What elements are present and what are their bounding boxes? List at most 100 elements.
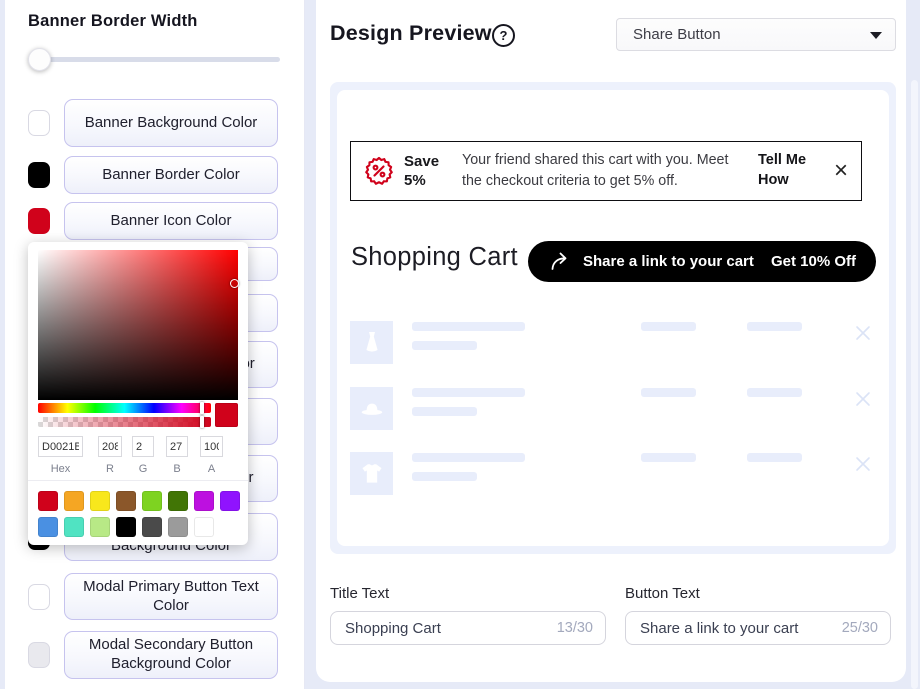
cart-item-placeholder <box>350 387 876 430</box>
hex-label: Hex <box>38 463 83 475</box>
text-placeholder <box>641 322 696 331</box>
color-swatch[interactable] <box>28 110 50 136</box>
preview-panel: Save 5% Your friend shared this cart wit… <box>330 82 896 554</box>
button-text-label: Button Text <box>625 585 700 602</box>
remove-item-icon[interactable] <box>855 391 871 407</box>
preset-swatch[interactable] <box>142 517 162 537</box>
remove-item-icon[interactable] <box>855 325 871 341</box>
color-swatch[interactable] <box>28 162 50 188</box>
alpha-input[interactable] <box>200 436 223 457</box>
chevron-down-icon <box>870 32 882 39</box>
alpha-slider-handle[interactable] <box>200 416 204 428</box>
saturation-pointer[interactable] <box>230 279 239 288</box>
banner-close-icon[interactable]: × <box>834 159 848 183</box>
title-text-input[interactable] <box>331 612 523 644</box>
text-placeholder <box>641 453 696 462</box>
r-label: R <box>98 463 122 475</box>
text-placeholder <box>412 341 477 350</box>
b-label: B <box>166 463 188 475</box>
banner-background-color-button[interactable]: Banner Background Color <box>64 99 278 147</box>
hex-input[interactable] <box>38 436 83 457</box>
preset-swatch[interactable] <box>168 517 188 537</box>
color-row-banner-background: Banner Background Color <box>5 99 305 147</box>
widget-select-dropdown[interactable]: Share Button <box>616 18 896 51</box>
modal-secondary-bg-color-button[interactable]: Modal Secondary Button Background Color <box>64 631 278 679</box>
current-color-preview <box>215 403 238 427</box>
preset-swatch[interactable] <box>168 491 188 511</box>
banner-highlight: Save 5% <box>404 152 452 191</box>
text-placeholder <box>412 322 525 331</box>
text-placeholder <box>747 388 802 397</box>
red-input[interactable] <box>98 436 122 457</box>
preset-swatch[interactable] <box>38 491 58 511</box>
a-label: A <box>200 463 223 475</box>
tshirt-icon <box>359 461 385 487</box>
share-button-label: Share a link to your cart <box>583 253 754 270</box>
share-cart-button[interactable]: Share a link to your cart Get 10% Off <box>528 241 876 282</box>
remove-item-icon[interactable] <box>855 456 871 472</box>
title-char-counter: 13/30 <box>557 620 593 636</box>
item-thumbnail <box>350 387 393 430</box>
preset-swatch[interactable] <box>90 517 110 537</box>
item-thumbnail <box>350 452 393 495</box>
preset-swatch[interactable] <box>64 491 84 511</box>
preset-swatch[interactable] <box>194 491 214 511</box>
banner-icon-color-button[interactable]: Banner Icon Color <box>64 202 278 240</box>
page-scrollbar[interactable] <box>911 80 918 689</box>
title-text-field: 13/30 <box>330 611 606 645</box>
button-text-field: 25/30 <box>625 611 891 645</box>
share-button-offer: Get 10% Off <box>771 253 856 270</box>
banner-message: Your friend shared this cart with you. M… <box>462 150 758 191</box>
text-placeholder <box>412 388 525 397</box>
color-swatch[interactable] <box>28 208 50 234</box>
discount-badge-icon <box>364 156 394 186</box>
banner-action-link[interactable]: Tell Me How <box>758 151 820 190</box>
preset-swatch[interactable] <box>220 491 240 511</box>
modal-primary-text-color-button[interactable]: Modal Primary Button Text Color <box>64 573 278 620</box>
color-swatch[interactable] <box>28 642 50 668</box>
color-row-banner-icon: Banner Icon Color <box>5 202 305 240</box>
g-label: G <box>132 463 154 475</box>
dress-icon <box>360 331 384 355</box>
saturation-area[interactable] <box>38 250 238 400</box>
button-char-counter: 25/30 <box>842 620 878 636</box>
cart-item-placeholder <box>350 452 876 495</box>
text-placeholder <box>747 453 802 462</box>
preset-swatch[interactable] <box>38 517 58 537</box>
settings-sidebar: Banner Border Width Banner Background Co… <box>5 0 305 689</box>
color-swatch[interactable] <box>28 584 50 610</box>
preset-swatch[interactable] <box>90 491 110 511</box>
cart-item-placeholder <box>350 321 876 364</box>
preset-swatch[interactable] <box>194 517 214 537</box>
preset-swatch[interactable] <box>142 491 162 511</box>
color-row-modal-secondary-bg: Modal Secondary Button Background Color <box>5 631 305 679</box>
discount-banner: Save 5% Your friend shared this cart wit… <box>350 141 862 201</box>
color-row-banner-border: Banner Border Color <box>5 156 305 194</box>
help-icon[interactable]: ? <box>492 24 515 47</box>
text-placeholder <box>412 472 477 481</box>
banner-border-color-button[interactable]: Banner Border Color <box>64 156 278 194</box>
preset-swatch[interactable] <box>116 491 136 511</box>
text-placeholder <box>412 407 477 416</box>
preview-inner-card: Save 5% Your friend shared this cart wit… <box>337 90 889 546</box>
sidebar-heading: Banner Border Width <box>28 12 198 31</box>
green-input[interactable] <box>132 436 154 457</box>
text-placeholder <box>747 322 802 331</box>
preset-swatch[interactable] <box>64 517 84 537</box>
border-width-slider-track[interactable] <box>28 57 280 62</box>
button-text-input[interactable] <box>626 612 811 644</box>
dropdown-value: Share Button <box>633 26 721 43</box>
border-width-slider-thumb[interactable] <box>28 48 51 71</box>
text-placeholder <box>641 388 696 397</box>
cart-title: Shopping Cart <box>351 243 518 272</box>
alpha-slider[interactable] <box>38 417 211 427</box>
hat-icon <box>359 396 385 422</box>
hue-slider[interactable] <box>38 403 211 413</box>
blue-input[interactable] <box>166 436 188 457</box>
color-row-modal-primary-text: Modal Primary Button Text Color <box>5 573 305 620</box>
preset-swatch[interactable] <box>116 517 136 537</box>
page-title: Design Preview <box>330 21 492 46</box>
hue-slider-handle[interactable] <box>200 402 204 414</box>
picker-divider <box>28 480 248 481</box>
share-arrow-icon <box>550 252 574 271</box>
